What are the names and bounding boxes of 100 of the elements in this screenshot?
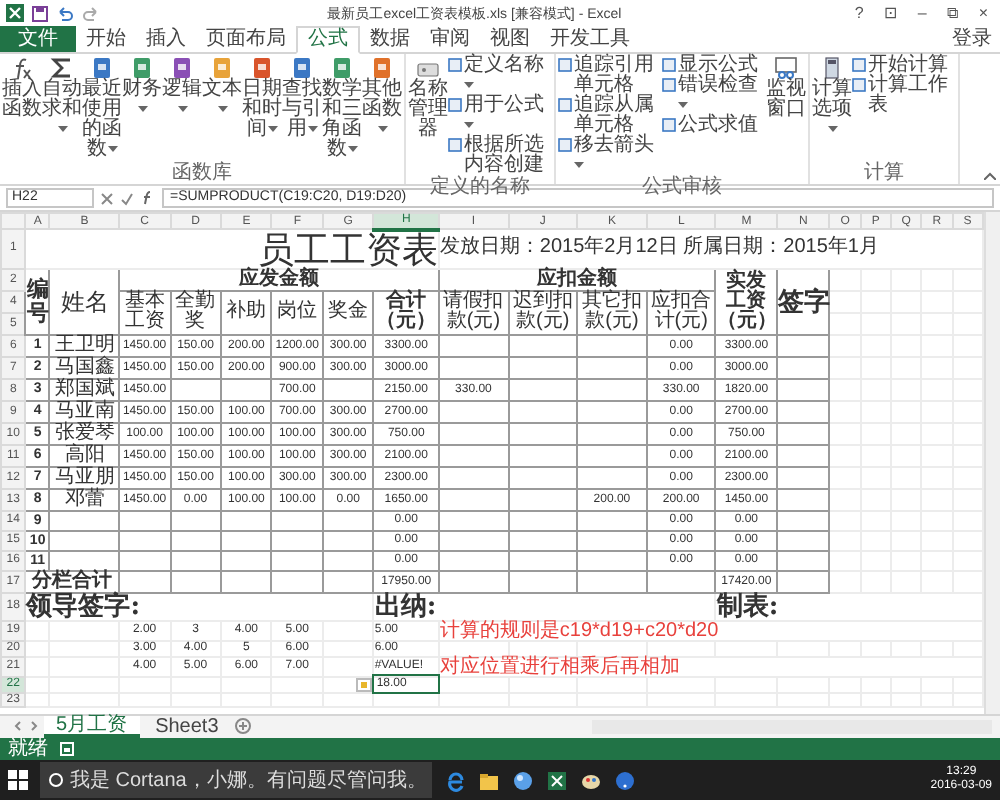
table-cell: 郑国斌 [49,378,120,400]
column-label: 基本工资 [119,290,171,334]
paste-options-icon[interactable] [356,677,373,691]
ribbon-button[interactable]: 追踪引用单元格 [558,56,662,96]
group-heading: 应扣金额 [438,268,716,290]
column-label: 全勤奖 [170,290,221,334]
ribbon-tab[interactable]: 公式 [296,26,360,54]
ribbon-button[interactable]: 最近使用的函数 [82,56,122,160]
group-heading: 应发金额 [119,268,439,290]
caret-icon [217,106,227,114]
undo-icon[interactable] [56,5,74,21]
spreadsheet-icon[interactable] [546,769,568,791]
note-text: 计算的规则是c19*d19+c20*d20 [438,620,983,640]
ribbon-button[interactable]: 日期和时间 [242,56,282,140]
sheet-tab[interactable]: Sheet3 [143,716,231,738]
ribbon-button[interactable]: 追踪从属单元格 [558,96,662,136]
next-sheet-icon[interactable] [28,716,40,736]
ribbon-tab[interactable]: 开发工具 [540,26,640,52]
ribbon-button[interactable]: 用于公式 [448,96,552,136]
help-icon[interactable] [614,769,636,791]
function-icon[interactable] [140,190,156,206]
vertical-scrollbar[interactable] [984,212,1000,714]
caret-icon [57,126,67,134]
ribbon-button[interactable]: 计算选项 [812,56,852,140]
tool-icon [448,96,462,114]
check-icon[interactable] [120,191,134,205]
sum-icon [50,56,74,80]
ribbon-button[interactable]: 计算工作表 [852,76,956,116]
caret-icon [678,102,688,110]
column-label: 签字 [776,268,830,334]
caret-icon [177,106,187,114]
caret-icon [464,82,474,90]
collapse-icon[interactable] [984,172,996,180]
column-label: 迟到扣款(元) [508,290,578,334]
column-label: 其它扣款(元) [577,290,647,334]
ribbon-button[interactable]: 数学和三角函数 [322,56,362,160]
ribbon-tab[interactable]: 数据 [360,26,420,52]
ribbon-button[interactable]: 根据所选内容创建 [448,136,552,176]
sheet-tab[interactable]: 5月工资 [44,716,140,738]
app-logo-icon [6,4,24,22]
tool-icon [448,136,462,154]
ribbon-button[interactable]: 开始计算 [852,56,956,76]
table-cell: 高阳 [49,444,120,466]
ribbon-button[interactable]: 错误检查 [662,76,766,116]
ribbon-button[interactable]: 其他函数 [362,56,402,140]
search-field[interactable]: 我是 Cortana，小娜。有问题尽管问我。 [40,762,432,798]
ribbon-tab[interactable]: 审阅 [420,26,480,52]
function-icon [10,56,34,80]
ribbon-button[interactable]: 公式求值 [662,116,766,136]
sign-in-link[interactable]: 登录 [952,26,1000,52]
caret-icon [137,106,147,114]
ribbon-button[interactable]: 查找与引用 [282,56,322,140]
ribbon-tab[interactable]: 开始 [76,26,136,52]
column-label: 实发工资（元） [715,268,777,334]
ribbon-button[interactable]: 插入函数 [2,56,42,120]
caret-icon [574,162,584,170]
cancel-icon[interactable] [100,191,114,205]
column-label: 应扣合计(元) [646,290,716,334]
table-cell: 马亚南 [49,400,120,422]
circle-icon [48,772,64,788]
window-control[interactable]: – [911,2,933,24]
window-control[interactable]: × [972,2,994,24]
status-text: 就绪 [8,739,48,759]
ribbon-button[interactable]: 定义名称 [448,56,552,96]
ribbon-tab[interactable]: 视图 [480,26,540,52]
caret-icon [464,122,474,130]
window-control[interactable]: ? [848,2,870,24]
ribbon-button[interactable]: 显示公式 [662,56,766,76]
ribbon-button[interactable]: 逻辑 [162,56,202,120]
caret-icon [267,126,277,134]
column-label: 合计（元） [373,290,439,334]
ribbon-tab[interactable]: 插入 [136,26,196,52]
sheet-title: 员工工资表 [25,229,439,268]
ribbon-button[interactable]: 监视窗口 [766,56,806,120]
ribbon-tab[interactable]: 页面布局 [196,26,296,52]
column-label: 姓名 [49,268,120,334]
folder-icon[interactable] [478,769,500,791]
table-cell: 马亚朋 [49,466,120,488]
ribbon-button[interactable]: 自动求和 [42,56,82,140]
save-icon[interactable] [32,5,48,21]
ribbon-button[interactable]: 财务 [122,56,162,120]
previous-sheet-icon[interactable] [12,716,24,736]
add-sheet-icon[interactable] [234,716,253,736]
tool-icon [558,136,572,154]
table-cell: 邓蕾 [49,488,120,510]
ribbon-button[interactable]: 文本 [202,56,242,120]
caret-icon [827,126,837,134]
globe-icon[interactable] [512,769,534,791]
ribbon-button[interactable]: 移去箭头 [558,136,662,176]
macro-record-icon[interactable] [60,742,74,756]
browser-icon[interactable] [444,769,466,791]
column-label: 奖金 [322,290,374,334]
ribbon-button[interactable]: 名称管理器 [408,56,448,140]
ribbon-tab[interactable]: 文件 [0,26,76,52]
caret-icon [107,146,117,154]
window-control[interactable]: ⧉ [940,2,965,24]
caret-icon [307,126,317,134]
start-icon[interactable] [8,770,28,790]
window-control[interactable]: ⊡ [877,2,904,24]
paint-icon[interactable] [580,769,602,791]
